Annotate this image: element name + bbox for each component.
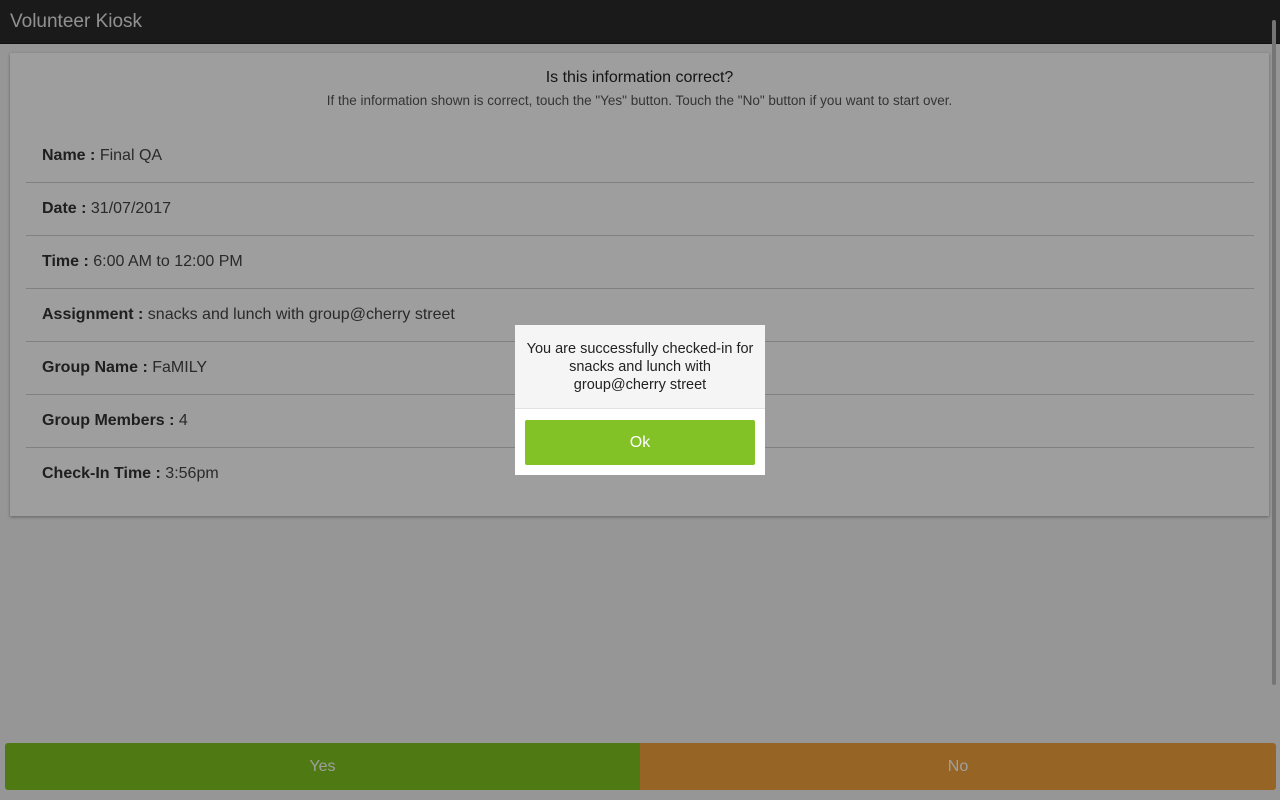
dialog-message: You are successfully checked-in for snac… <box>526 341 754 393</box>
ok-button[interactable]: Ok <box>525 420 755 465</box>
dialog-message-area: You are successfully checked-in for snac… <box>515 325 765 409</box>
check-in-success-dialog: You are successfully checked-in for snac… <box>515 325 765 475</box>
